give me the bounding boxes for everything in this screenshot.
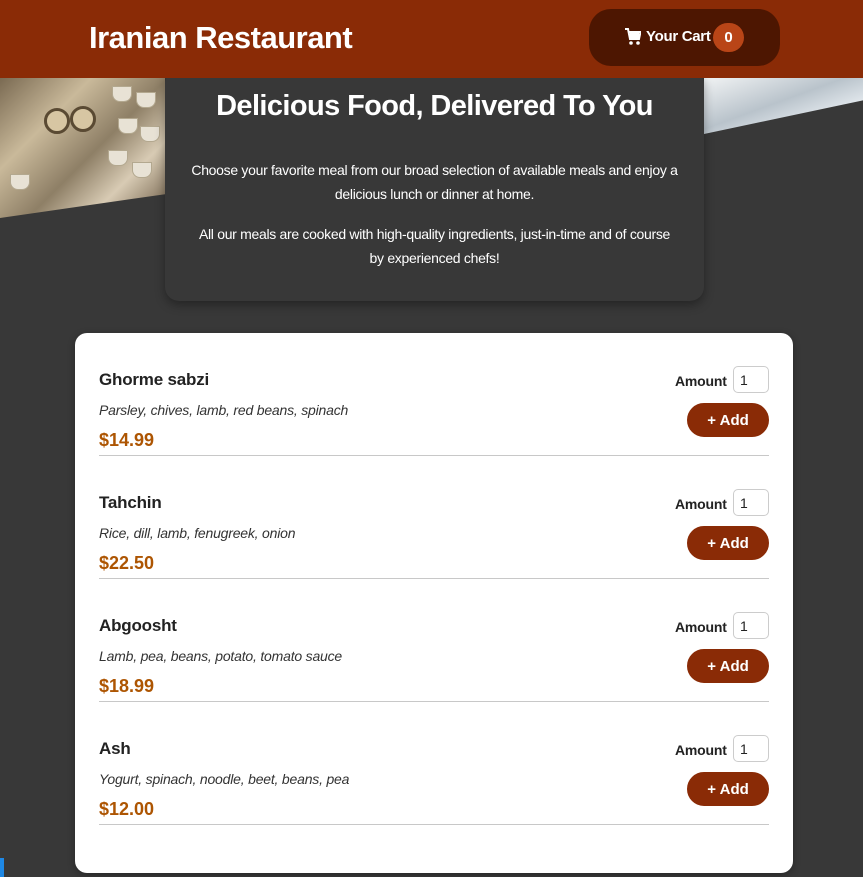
- meal-price: $22.50: [99, 553, 155, 573]
- add-button[interactable]: + Add: [687, 649, 769, 683]
- cart-button[interactable]: Your Cart 0: [589, 9, 780, 66]
- hero-paragraph-2: All our meals are cooked with high-quali…: [198, 226, 671, 266]
- hero-paragraph-1: Choose your favorite meal from our broad…: [191, 162, 678, 202]
- meal-price: $18.99: [99, 676, 155, 696]
- hero-title: Delicious Food, Delivered To You: [216, 90, 653, 122]
- add-button[interactable]: + Add: [687, 526, 769, 560]
- amount-input[interactable]: [733, 489, 769, 516]
- meal-item: Tahchin Rice, dill, lamb, fenugreek, oni…: [99, 456, 769, 579]
- meal-price: $12.00: [99, 799, 155, 819]
- cart-count-badge: 0: [713, 23, 744, 52]
- meal-name: Ghorme sabzi: [99, 370, 210, 389]
- cart-label: Your Cart: [646, 28, 711, 45]
- amount-label: Amount: [675, 742, 727, 758]
- meal-price: $14.99: [99, 430, 155, 450]
- meal-description: Lamb, pea, beans, potato, tomato sauce: [99, 648, 343, 664]
- meal-item: Ghorme sabzi Parsley, chives, lamb, red …: [99, 333, 769, 456]
- amount-label: Amount: [675, 496, 727, 512]
- amount-input[interactable]: [733, 366, 769, 393]
- meal-description: Rice, dill, lamb, fenugreek, onion: [99, 525, 296, 541]
- meals-list: Ghorme sabzi Parsley, chives, lamb, red …: [75, 333, 793, 873]
- meal-description: Yogurt, spinach, noodle, beet, beans, pe…: [99, 771, 350, 787]
- amount-label: Amount: [675, 373, 727, 389]
- restaurant-photo-left: [0, 78, 165, 218]
- amount-input[interactable]: [733, 612, 769, 639]
- meal-description: Parsley, chives, lamb, red beans, spinac…: [99, 402, 349, 418]
- amount-label: Amount: [675, 619, 727, 635]
- meal-name: Abgoosht: [99, 616, 177, 635]
- hero-summary: Delicious Food, Delivered To You Choose …: [165, 70, 704, 301]
- header: Iranian Restaurant Your Cart 0: [0, 0, 863, 78]
- meal-item: Ash Yogurt, spinach, noodle, beet, beans…: [99, 702, 769, 825]
- meal-name: Tahchin: [99, 493, 162, 512]
- meal-name: Ash: [99, 739, 131, 758]
- amount-input[interactable]: [733, 735, 769, 762]
- restaurant-photo-right: [704, 78, 863, 134]
- add-button[interactable]: + Add: [687, 772, 769, 806]
- meal-item: Abgoosht Lamb, pea, beans, potato, tomat…: [99, 579, 769, 702]
- add-button[interactable]: + Add: [687, 403, 769, 437]
- brand-title: Iranian Restaurant: [89, 20, 353, 55]
- scroll-indicator: [0, 858, 4, 877]
- cart-icon: [625, 28, 641, 45]
